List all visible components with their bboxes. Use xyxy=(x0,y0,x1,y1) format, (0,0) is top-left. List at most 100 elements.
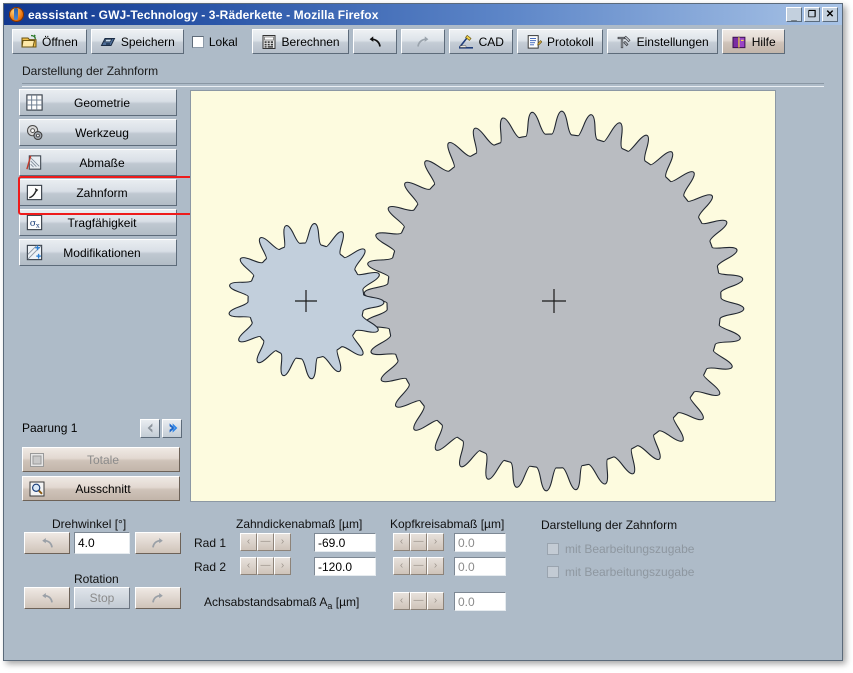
stepper-prev-button[interactable]: ‹ xyxy=(240,533,257,551)
bearbeitungszugabe-checkbox-1[interactable] xyxy=(547,543,559,555)
open-button-label: Öffnen xyxy=(42,34,78,49)
stepper-prev-button[interactable]: ‹ xyxy=(393,557,410,575)
stepper-next-button[interactable]: › xyxy=(427,592,444,610)
calculator-icon xyxy=(262,34,276,49)
cad-button[interactable]: CAD xyxy=(448,29,513,54)
stepper-reset-button[interactable]: — xyxy=(410,592,427,610)
lokal-checkbox[interactable]: Lokal xyxy=(191,34,238,49)
rad2-thickness-input[interactable]: -120.0 xyxy=(314,557,376,576)
stepper-prev-button[interactable]: ‹ xyxy=(240,557,257,575)
stepper-reset-button[interactable]: — xyxy=(257,557,274,575)
stepper-next-button[interactable]: › xyxy=(427,557,444,575)
totale-button[interactable]: Totale xyxy=(22,447,180,472)
bearbeitungszugabe-label-2: mit Bearbeitungszugabe xyxy=(565,565,695,579)
drehwinkel-ccw-button[interactable] xyxy=(24,532,70,554)
bearbeitungszugabe-checkbox-2[interactable] xyxy=(547,566,559,578)
rotation-label: Rotation xyxy=(74,572,119,586)
protocol-button[interactable]: Protokoll xyxy=(516,29,603,54)
cad-ruler-icon xyxy=(458,34,473,49)
rotation-ccw-button[interactable] xyxy=(24,587,70,609)
settings-button[interactable]: Einstellungen xyxy=(606,29,718,54)
measure-icon xyxy=(26,155,42,170)
modification-icon xyxy=(26,244,43,261)
minimize-button[interactable]: _ xyxy=(786,7,802,22)
lokal-checkbox-box[interactable] xyxy=(191,35,204,48)
chevron-right-icon xyxy=(169,423,178,433)
stepper-prev-button[interactable]: ‹ xyxy=(393,533,410,551)
rad1-tip-input[interactable]: 0.0 xyxy=(454,533,506,552)
sidebar-item-modifikationen[interactable]: Modifikationen xyxy=(19,239,177,266)
bearbeitungszugabe-label-1: mit Bearbeitungszugabe xyxy=(565,542,695,556)
sidebar: Geometrie Werkzeug Abmaße Zahnform σ x T… xyxy=(19,89,179,502)
sidebar-item-abmasse[interactable]: Abmaße xyxy=(19,149,177,176)
totale-button-label: Totale xyxy=(86,452,120,467)
svg-text:x: x xyxy=(36,221,40,229)
paarung-prev-button[interactable] xyxy=(140,418,160,438)
ausschnitt-button-label: Ausschnitt xyxy=(75,481,131,496)
cad-button-label: CAD xyxy=(478,34,504,49)
chevron-left-icon xyxy=(147,423,153,433)
close-button[interactable]: ✕ xyxy=(822,7,838,22)
sidebar-item-werkzeug-label: Werkzeug xyxy=(75,125,129,140)
stepper-next-button[interactable]: › xyxy=(427,533,444,551)
rad1-thickness-input[interactable]: -69.0 xyxy=(314,533,376,552)
rad1-tip-stepper[interactable]: ‹ — › xyxy=(393,533,444,551)
calculate-button[interactable]: Berechnen xyxy=(251,29,349,54)
sigma-icon: σ x xyxy=(26,214,43,231)
paarung-label: Paarung 1 xyxy=(22,421,78,435)
ausschnitt-button[interactable]: Ausschnitt xyxy=(22,476,180,501)
window-title: eassistant - GWJ-Technology - 3-Räderket… xyxy=(28,7,379,22)
rad2-tip-stepper[interactable]: ‹ — › xyxy=(393,557,444,575)
maximize-button[interactable]: ❐ xyxy=(804,7,820,22)
stepper-reset-button[interactable]: — xyxy=(410,533,427,551)
sidebar-item-tragfaehigkeit[interactable]: σ x Tragfähigkeit xyxy=(19,209,177,236)
protocol-sheet-icon xyxy=(527,34,542,49)
stepper-reset-button[interactable]: — xyxy=(257,533,274,551)
stepper-next-button[interactable]: › xyxy=(274,533,291,551)
paarung-next-button[interactable] xyxy=(162,418,182,438)
rotate-cw-icon xyxy=(152,593,163,603)
gears-icon xyxy=(26,124,43,141)
undo-button[interactable] xyxy=(352,29,397,54)
rotation-cw-button[interactable] xyxy=(135,587,181,609)
main-toolbar: Öffnen Speichern Lokal Berechnen CAD Pro… xyxy=(4,25,842,58)
drehwinkel-cw-button[interactable] xyxy=(135,532,181,554)
bearbeitungszugabe-option-2[interactable]: mit Bearbeitungszugabe xyxy=(547,560,694,579)
sidebar-item-geometrie[interactable]: Geometrie xyxy=(19,89,177,116)
sidebar-item-modifikationen-label: Modifikationen xyxy=(63,245,141,260)
center-distance-label-unit: [µm] xyxy=(332,595,360,609)
undo-arrow-icon xyxy=(369,35,381,47)
display-options-title: Darstellung der Zahnform xyxy=(541,518,678,532)
protocol-button-label: Protokoll xyxy=(546,34,594,49)
stepper-prev-button[interactable]: ‹ xyxy=(393,592,410,610)
drehwinkel-input[interactable]: 4.0 xyxy=(74,532,130,554)
grid-icon xyxy=(26,94,43,111)
row-rad1-label: Rad 1 xyxy=(194,536,227,550)
gear-drawing-canvas[interactable] xyxy=(190,90,776,502)
window-controls: _ ❐ ✕ xyxy=(786,7,840,22)
tip-diameter-column-header: Kopfkreisabmaß [µm] xyxy=(390,517,505,531)
rad2-tip-input[interactable]: 0.0 xyxy=(454,557,506,576)
stepper-reset-button[interactable]: — xyxy=(410,557,427,575)
rotation-stop-label: Stop xyxy=(89,591,115,605)
rotation-stop-button[interactable]: Stop xyxy=(74,587,130,609)
rad2-thickness-stepper[interactable]: ‹ — › xyxy=(240,557,291,575)
center-distance-input[interactable]: 0.0 xyxy=(454,592,506,611)
rotate-ccw-icon xyxy=(42,593,53,603)
lokal-checkbox-label: Lokal xyxy=(208,34,238,49)
open-button[interactable]: Öffnen xyxy=(12,29,87,54)
center-distance-stepper[interactable]: ‹ — › xyxy=(393,592,444,610)
bearbeitungszugabe-option-1[interactable]: mit Bearbeitungszugabe xyxy=(547,537,694,556)
rotate-cw-icon xyxy=(152,538,163,548)
square-view-icon xyxy=(30,452,44,467)
paarung-selector: Paarung 1 xyxy=(22,418,182,438)
rad1-thickness-stepper[interactable]: ‹ — › xyxy=(240,533,291,551)
magnifier-icon xyxy=(29,481,45,496)
redo-arrow-icon xyxy=(416,35,428,47)
row-rad2-label: Rad 2 xyxy=(194,560,227,574)
sidebar-item-zahnform[interactable]: Zahnform xyxy=(19,179,177,206)
save-button[interactable]: Speichern xyxy=(90,29,184,54)
stepper-next-button[interactable]: › xyxy=(274,557,291,575)
help-button[interactable]: Hilfe xyxy=(721,29,785,54)
sidebar-item-werkzeug[interactable]: Werkzeug xyxy=(19,119,177,146)
